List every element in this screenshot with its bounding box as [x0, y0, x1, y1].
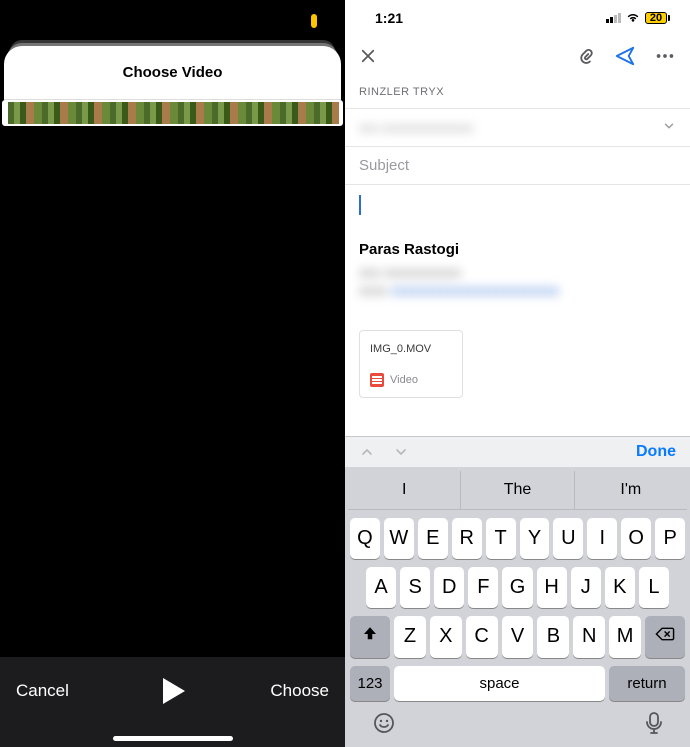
attachment-icon[interactable]	[574, 45, 596, 67]
key-e[interactable]: E	[418, 518, 448, 559]
wifi-icon	[625, 10, 641, 26]
backspace-key[interactable]	[645, 616, 685, 658]
key-k[interactable]: K	[605, 567, 635, 608]
key-o[interactable]: O	[621, 518, 651, 559]
keyboard: I The I'm QWERTYUIOP ASDFGHJKL ZXCVBNM 1…	[345, 467, 690, 747]
numbers-key[interactable]: 123	[350, 666, 390, 701]
suggestion[interactable]: The	[461, 471, 574, 509]
key-d[interactable]: D	[434, 567, 464, 608]
video-picker-pane: Choose Video Cancel Choose	[0, 0, 345, 747]
signature-details: xxx xxxxxxxxxxx xxxxxxxxxxxxxxxxxxxxxxxx…	[345, 258, 690, 306]
key-z[interactable]: Z	[394, 616, 426, 658]
key-b[interactable]: B	[537, 616, 569, 658]
dictation-icon[interactable]	[645, 711, 663, 735]
from-field[interactable]: RINZLER TRYX	[345, 76, 690, 109]
key-t[interactable]: T	[486, 518, 516, 559]
to-field[interactable]: xxx xxxxxxxxxxxxxx	[345, 109, 690, 147]
cellular-icon	[606, 13, 621, 23]
key-row: QWERTYUIOP	[348, 518, 687, 559]
keyboard-accessory: Done	[345, 436, 690, 467]
status-time: 1:21	[375, 10, 403, 26]
key-a[interactable]: A	[366, 567, 396, 608]
close-icon[interactable]	[359, 47, 377, 65]
send-icon[interactable]	[614, 45, 636, 67]
prev-field-icon	[359, 444, 375, 460]
key-y[interactable]: Y	[520, 518, 550, 559]
key-v[interactable]: V	[502, 616, 534, 658]
key-l[interactable]: L	[639, 567, 669, 608]
recording-indicator	[311, 14, 317, 28]
home-indicator	[113, 736, 233, 741]
to-recipients: xxx xxxxxxxxxxxxxx	[359, 120, 473, 135]
signature-name: Paras Rastogi	[345, 225, 690, 258]
key-j[interactable]: J	[571, 567, 601, 608]
key-x[interactable]: X	[430, 616, 462, 658]
attachment-kind: Video	[390, 374, 418, 386]
status-bar: 1:21 20	[345, 0, 690, 36]
more-icon[interactable]	[654, 45, 676, 67]
return-key[interactable]: return	[609, 666, 685, 701]
key-p[interactable]: P	[655, 518, 685, 559]
key-row: 123 space return	[348, 666, 687, 701]
key-u[interactable]: U	[553, 518, 583, 559]
key-w[interactable]: W	[384, 518, 414, 559]
emoji-icon[interactable]	[372, 711, 396, 735]
key-c[interactable]: C	[466, 616, 498, 658]
text-cursor	[359, 195, 361, 215]
key-f[interactable]: F	[468, 567, 498, 608]
subject-field[interactable]	[345, 147, 690, 185]
attachment-filename: IMG_0.MOV	[370, 343, 452, 355]
key-r[interactable]: R	[452, 518, 482, 559]
space-key[interactable]: space	[394, 666, 605, 701]
key-q[interactable]: Q	[350, 518, 380, 559]
cancel-button[interactable]: Cancel	[16, 681, 69, 701]
key-m[interactable]: M	[609, 616, 641, 658]
compose-pane: 1:21 20 RINZLER TRYX xxx xxxxxxxxxxxxxx	[345, 0, 690, 747]
done-button[interactable]: Done	[636, 443, 676, 461]
key-i[interactable]: I	[587, 518, 617, 559]
subject-input[interactable]	[359, 157, 676, 174]
choose-button[interactable]: Choose	[270, 681, 329, 701]
compose-toolbar	[345, 36, 690, 76]
suggestion-bar: I The I'm	[348, 471, 687, 510]
key-s[interactable]: S	[400, 567, 430, 608]
body-editor[interactable]	[345, 185, 690, 225]
next-field-icon	[393, 444, 409, 460]
choose-video-sheet: Choose Video	[4, 46, 341, 100]
key-n[interactable]: N	[573, 616, 605, 658]
video-filmstrip[interactable]	[2, 100, 343, 126]
battery-icon: 20	[645, 12, 670, 24]
shift-key[interactable]	[350, 616, 390, 658]
sheet-title: Choose Video	[4, 64, 341, 81]
key-h[interactable]: H	[537, 567, 567, 608]
play-icon[interactable]	[163, 678, 185, 704]
suggestion[interactable]: I'm	[575, 471, 687, 509]
video-file-icon	[370, 373, 384, 387]
key-row: ASDFGHJKL	[348, 567, 687, 608]
attachment-card[interactable]: IMG_0.MOV Video	[359, 330, 463, 398]
suggestion[interactable]: I	[348, 471, 461, 509]
chevron-down-icon[interactable]	[662, 119, 676, 136]
key-row: ZXCVBNM	[348, 616, 687, 658]
key-g[interactable]: G	[502, 567, 532, 608]
picker-bottom-bar: Cancel Choose	[0, 657, 345, 747]
